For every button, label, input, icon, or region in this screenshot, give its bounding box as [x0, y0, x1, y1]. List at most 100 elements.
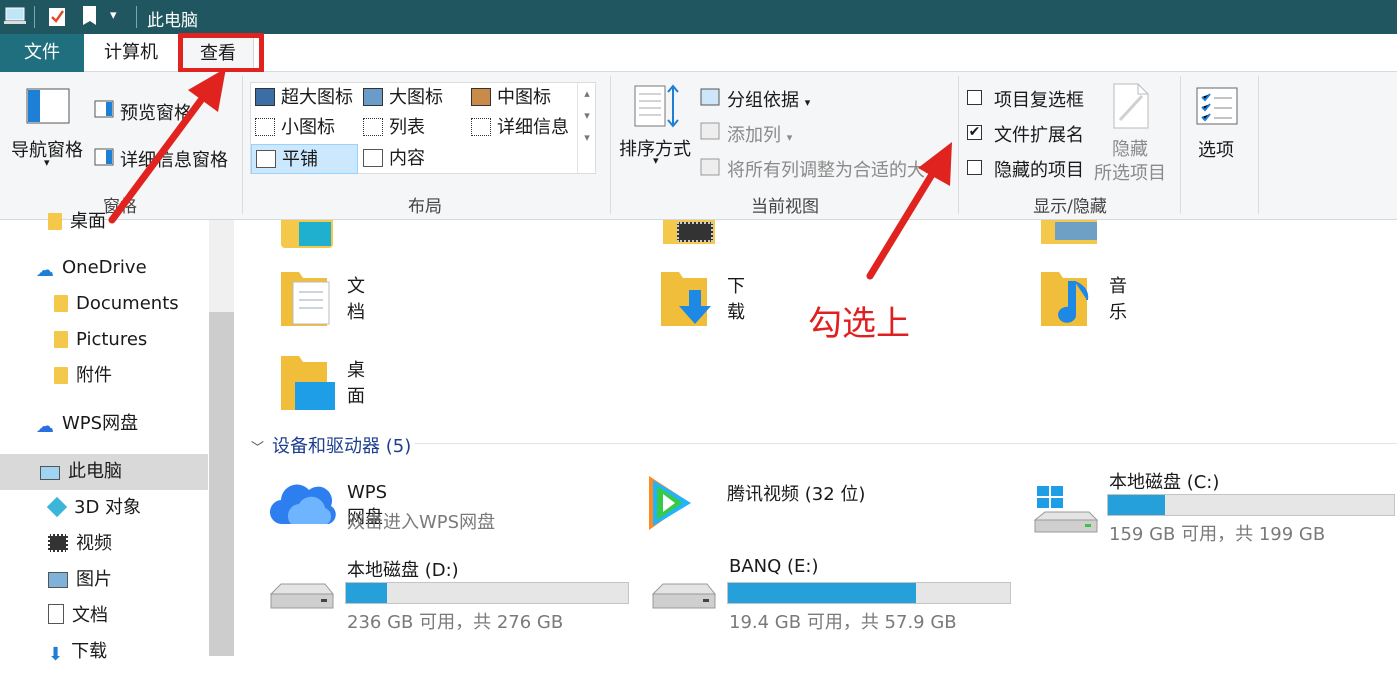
- folder-music[interactable]: 音乐: [1039, 268, 1127, 335]
- medium-icons-icon: [471, 88, 491, 106]
- device-tencent-video[interactable]: 腾讯视频 (32 位): [645, 470, 865, 541]
- video-icon: [48, 534, 68, 552]
- hide-selected-label-1: 隐藏: [1112, 139, 1148, 160]
- layout-gallery: 超大图标 大图标 中图标 小图标 列表 详细信息 平铺 内容 ▴ ▾ ▾: [250, 82, 596, 174]
- device-name: 腾讯视频 (32 位): [727, 484, 866, 505]
- hide-selected-icon: [1113, 83, 1149, 129]
- folder-name: 音乐: [1109, 276, 1127, 323]
- layout-large-icons[interactable]: 大图标: [363, 83, 443, 113]
- tencent-video-icon: [649, 476, 691, 530]
- device-drive-c[interactable]: 本地磁盘 (C:) 159 GB 可用，共 199 GB: [1033, 466, 1395, 546]
- device-subtitle: 19.4 GB 可用，共 57.9 GB: [729, 612, 957, 633]
- layout-small-icons[interactable]: 小图标: [255, 113, 335, 143]
- device-name: 本地磁盘 (D:): [347, 560, 459, 581]
- preview-pane-icon: [94, 100, 114, 118]
- folder-downloads[interactable]: 下载: [659, 268, 745, 335]
- device-name: 本地磁盘 (C:): [1109, 472, 1220, 493]
- file-view: 文档 下载 音乐 桌面 ﹀ 设备和驱动器 (5) WPS网盘 双击进入WPS网盘 …: [235, 220, 1397, 656]
- computer-icon: [40, 466, 60, 480]
- layout-details[interactable]: 详细信息: [471, 113, 569, 143]
- properties-icon[interactable]: [48, 5, 68, 27]
- folder-name: 下载: [727, 276, 745, 323]
- group-separator: [958, 76, 959, 214]
- group-by-icon: [700, 88, 720, 106]
- desktop-folder-icon: [281, 356, 335, 410]
- windows-drive-icon: [1033, 486, 1099, 533]
- quick-access-dropdown-icon[interactable]: ▾: [110, 8, 117, 23]
- window-title: 此电脑: [147, 11, 198, 31]
- device-subtitle: 双击进入WPS网盘: [347, 512, 496, 533]
- drive-icon: [651, 583, 717, 609]
- 3d-objects-folder-icon[interactable]: [281, 220, 333, 248]
- nav-pane-dropdown-icon[interactable]: ▾: [44, 156, 50, 169]
- hidden-items-checkbox[interactable]: [967, 160, 982, 175]
- tiles-icon: [256, 150, 276, 168]
- folder-desktop[interactable]: 桌面: [279, 352, 365, 419]
- device-subtitle: 159 GB 可用，共 199 GB: [1109, 524, 1326, 545]
- folder-name: 文档: [347, 276, 365, 323]
- nav-pane-icon: [26, 88, 70, 124]
- 3d-objects-icon: [46, 496, 68, 518]
- computer-icon[interactable]: [4, 6, 26, 26]
- group-separator: [610, 76, 611, 214]
- sort-dropdown-icon[interactable]: ▾: [653, 154, 659, 167]
- layout-gallery-scroll[interactable]: ▴ ▾ ▾: [577, 83, 596, 173]
- details-pane-button[interactable]: 详细信息窗格: [120, 146, 228, 172]
- fit-columns-button: 将所有列调整为合适的大小: [727, 160, 943, 181]
- chevron-down-icon: ﹀: [251, 441, 265, 456]
- layout-medium-icons[interactable]: 中图标: [471, 83, 551, 113]
- device-subtitle: 236 GB 可用，共 276 GB: [347, 612, 564, 633]
- documents-folder-icon: [281, 272, 330, 326]
- navigation-pane: 桌面 ☁ OneDrive Documents Pictures 附件 ☁ WPS网…: [0, 211, 235, 665]
- details-pane-icon: [94, 148, 114, 166]
- ribbon: 导航窗格 ▾ 预览窗格 详细信息窗格 窗格 超大图标 大图标 中图标 小图标 列…: [0, 72, 1397, 220]
- sidebar-item-this-pc[interactable]: 此电脑: [0, 454, 208, 490]
- wps-cloud-icon: [269, 484, 336, 525]
- layout-content[interactable]: 内容: [363, 144, 425, 174]
- group-by-button[interactable]: 分组依据 ▾: [727, 86, 810, 112]
- sidebar-scrollbar-thumb[interactable]: [209, 312, 234, 656]
- layout-tiles[interactable]: 平铺: [251, 144, 358, 174]
- file-extensions-label: 文件扩展名: [994, 125, 1084, 146]
- sort-icon: [634, 84, 679, 128]
- content-icon: [363, 149, 383, 167]
- download-icon: ⬇: [48, 644, 64, 665]
- new-folder-icon[interactable]: [82, 5, 98, 27]
- group-label-current-view: 当前视图: [751, 197, 819, 217]
- device-drive-e[interactable]: BANQ (E:) 19.4 GB 可用，共 57.9 GB: [651, 554, 1051, 634]
- folder-name: 桌面: [347, 360, 365, 407]
- layout-extra-large-icons[interactable]: 超大图标: [255, 83, 353, 113]
- group-separator: [1258, 76, 1259, 214]
- options-button[interactable]: 选项: [1198, 136, 1234, 162]
- layout-list[interactable]: 列表: [363, 113, 425, 143]
- drive-usage-fill: [1108, 495, 1166, 515]
- item-checkboxes-checkbox[interactable]: [967, 90, 982, 105]
- file-extensions-checkbox[interactable]: ✔: [967, 125, 982, 140]
- pictures-icon: [48, 572, 68, 588]
- videos-folder-icon[interactable]: [663, 220, 715, 244]
- preview-pane-button[interactable]: 预览窗格: [120, 99, 192, 125]
- hide-selected-label-2: 所选项目: [1094, 163, 1166, 184]
- annotation-label: 勾选上: [808, 304, 910, 344]
- downloads-folder-icon: [661, 272, 711, 326]
- group-separator: [1180, 76, 1181, 214]
- hidden-items-label: 隐藏的项目: [994, 160, 1084, 181]
- folder-documents[interactable]: 文档: [279, 268, 365, 335]
- tab-file[interactable]: 文件: [0, 34, 84, 72]
- drive-usage-bar: [727, 582, 1011, 604]
- group-label-layout: 布局: [408, 197, 442, 217]
- drive-icon: [269, 583, 335, 609]
- pictures-folder-icon[interactable]: [1041, 220, 1097, 244]
- folder-icon: [54, 367, 68, 384]
- add-column-icon: [700, 122, 720, 140]
- device-wps-cloud[interactable]: WPS网盘 双击进入WPS网盘: [269, 478, 495, 535]
- device-drive-d[interactable]: 本地磁盘 (D:) 236 GB 可用，共 276 GB: [269, 554, 669, 634]
- wps-cloud-icon: ☁: [36, 416, 54, 437]
- devices-group-header[interactable]: ﹀ 设备和驱动器 (5): [251, 432, 411, 458]
- drive-usage-fill: [728, 583, 916, 603]
- tab-computer[interactable]: 计算机: [88, 34, 174, 72]
- item-checkboxes-label: 项目复选框: [994, 90, 1084, 111]
- drive-usage-bar: [1107, 494, 1395, 516]
- extra-large-icons-icon: [255, 88, 275, 106]
- group-separator: [242, 76, 243, 214]
